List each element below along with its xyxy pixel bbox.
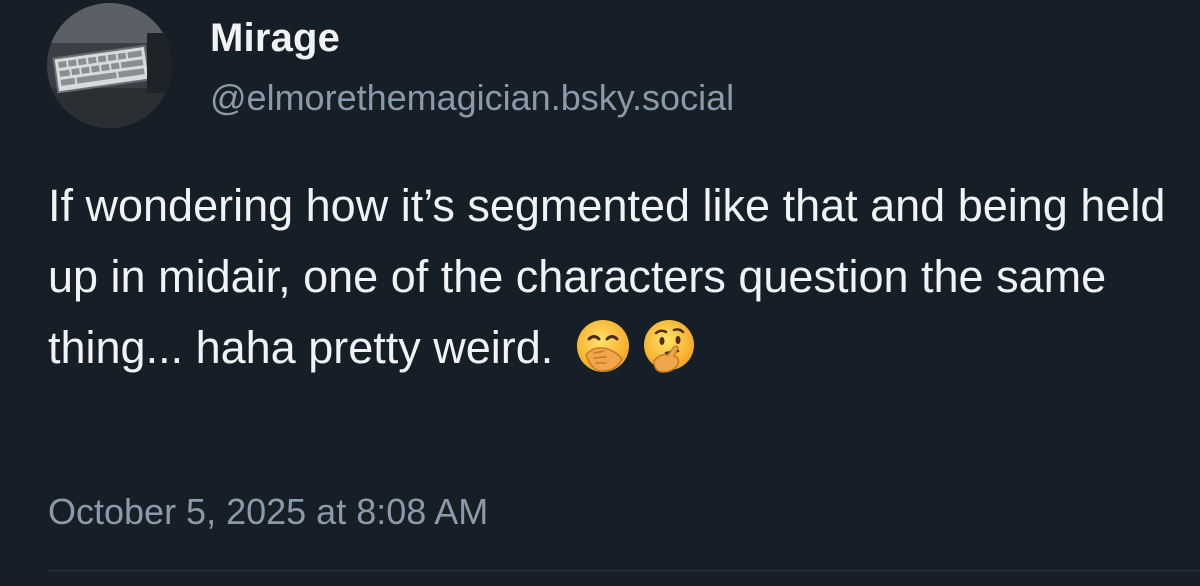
- face-with-hand-over-mouth-emoji-icon: [574, 317, 632, 375]
- post-timestamp[interactable]: October 5, 2025 at 8:08 AM: [48, 486, 488, 538]
- author-handle[interactable]: @elmorethemagician.bsky.social: [210, 72, 734, 124]
- avatar[interactable]: [47, 3, 172, 128]
- divider: [48, 570, 1200, 571]
- avatar-image: [47, 3, 172, 128]
- post-card: Mirage @elmorethemagician.bsky.social If…: [0, 0, 1200, 586]
- post-body: If wondering how it’s segmented like tha…: [48, 170, 1168, 383]
- thinking-face-emoji-icon: [640, 317, 698, 375]
- author-display-name[interactable]: Mirage: [210, 10, 340, 66]
